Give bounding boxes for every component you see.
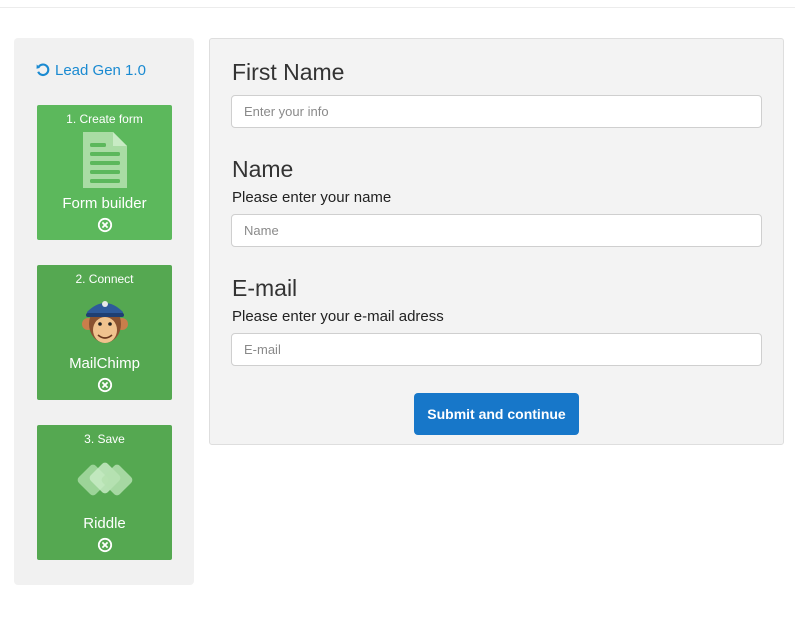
- step-save[interactable]: 3. Save Riddle: [37, 425, 172, 560]
- mailchimp-logo-icon: [37, 289, 172, 351]
- submit-and-continue-button[interactable]: Submit and continue: [414, 393, 579, 435]
- sidebar: Lead Gen 1.0 1. Create form Form builder…: [14, 38, 194, 585]
- step-connect[interactable]: 2. Connect MailChimp: [37, 265, 172, 400]
- refresh-icon: [36, 63, 50, 77]
- email-sublabel: Please enter your e-mail adress: [232, 308, 444, 325]
- name-sublabel: Please enter your name: [232, 189, 392, 206]
- step-name: Form builder: [62, 195, 147, 212]
- top-divider: [0, 7, 795, 8]
- first-name-input[interactable]: [231, 95, 762, 128]
- close-circle-icon[interactable]: [97, 217, 113, 233]
- step-title: 1. Create form: [66, 112, 143, 126]
- document-icon: [37, 129, 172, 191]
- name-label: Name: [232, 156, 294, 182]
- lead-gen-link[interactable]: Lead Gen 1.0: [36, 60, 146, 80]
- email-label: E-mail: [232, 275, 298, 301]
- close-circle-icon[interactable]: [97, 537, 113, 553]
- step-title: 3. Save: [84, 432, 125, 446]
- riddle-logo-icon: [37, 449, 172, 511]
- close-circle-icon[interactable]: [97, 377, 113, 393]
- step-name: Riddle: [83, 515, 126, 532]
- step-name: MailChimp: [69, 355, 140, 372]
- step-create-form[interactable]: 1. Create form Form builder: [37, 105, 172, 240]
- name-input[interactable]: [231, 214, 762, 247]
- form-panel: First Name Name Please enter your name E…: [209, 38, 784, 445]
- first-name-label: First Name: [232, 59, 345, 85]
- step-title: 2. Connect: [75, 272, 134, 286]
- lead-gen-label: Lead Gen 1.0: [55, 61, 146, 79]
- email-input[interactable]: [231, 333, 762, 366]
